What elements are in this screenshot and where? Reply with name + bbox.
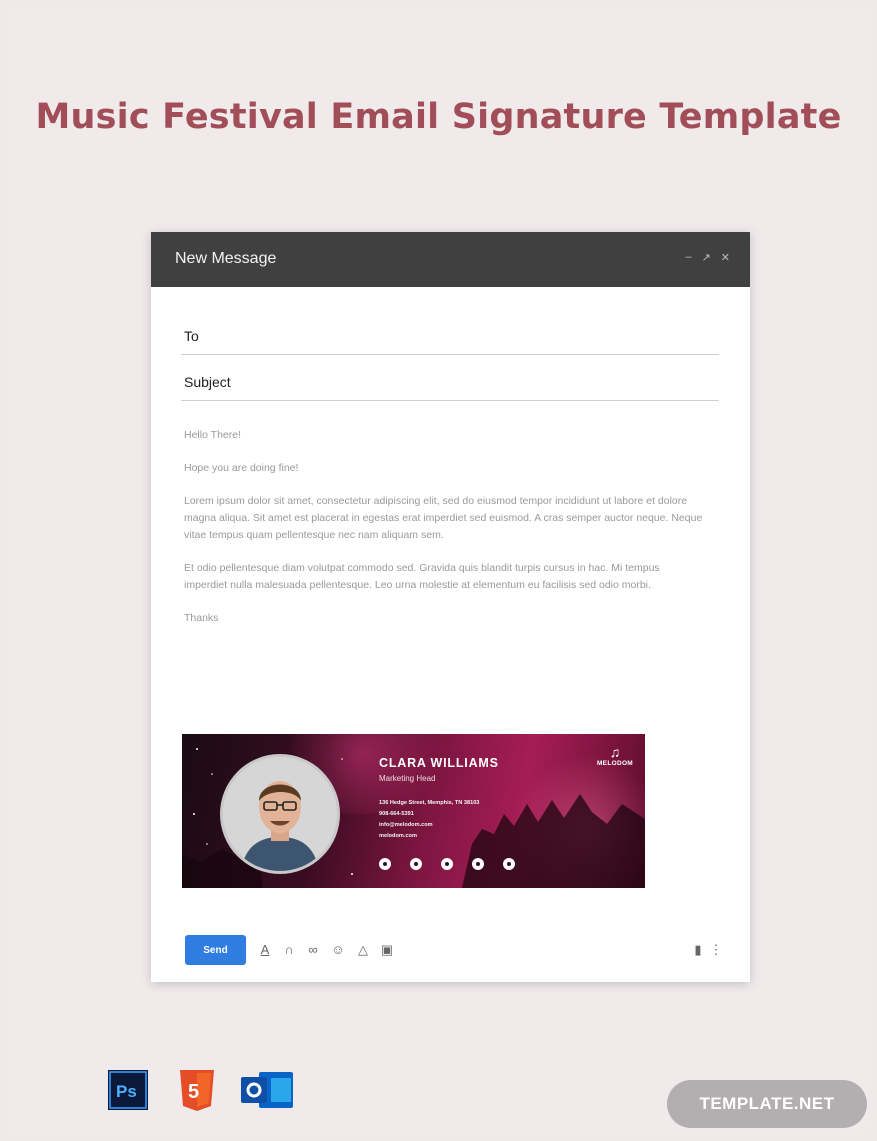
profile-photo	[223, 757, 337, 871]
compose-title: New Message	[175, 250, 277, 267]
photoshop-icon: Ps	[108, 1070, 148, 1110]
compose-window: New Message – ↗ ✕ To Subject Hello There…	[151, 232, 750, 982]
instagram-icon[interactable]	[472, 858, 484, 870]
svg-text:Ps: Ps	[116, 1082, 137, 1101]
formatting-icon[interactable]: A	[257, 941, 273, 959]
social-icons	[379, 858, 515, 870]
greeting-text: Hello There!	[184, 429, 242, 441]
signature-role: Marketing Head	[379, 774, 436, 783]
drive-icon[interactable]: △	[355, 941, 371, 959]
music-logo-icon: ♫	[609, 744, 621, 760]
signature-name: CLARA WILLIAMS	[379, 756, 499, 770]
paragraph-1: Lorem ipsum dolor sit amet, consectetur …	[184, 495, 703, 541]
compose-toolbar: Send A ∩ ∞ ☺ △ ▣ ▮ ⋮	[185, 935, 725, 965]
signature-address: 136 Hedge Street, Memphis, TN 38103	[379, 800, 480, 806]
photo-icon[interactable]: ▣	[379, 941, 395, 959]
twitter-icon[interactable]	[410, 858, 422, 870]
signature-email[interactable]: info@melodom.com	[379, 822, 433, 828]
paragraph-2: Et odio pellentesque diam volutpat commo…	[184, 562, 660, 591]
expand-icon[interactable]: ↗	[702, 251, 711, 264]
attach-icon[interactable]: ∩	[281, 941, 297, 959]
minimize-icon[interactable]: –	[685, 251, 691, 264]
signature-website[interactable]: melodom.com	[379, 833, 417, 839]
facebook-icon[interactable]	[379, 858, 391, 870]
page-title: Music Festival Email Signature Template	[35, 97, 842, 137]
compose-header: New Message – ↗ ✕	[151, 232, 750, 287]
email-signature-banner: CLARA WILLIAMS Marketing Head 136 Hedge …	[182, 734, 645, 888]
melodom-logo: ♫ MELODOM	[595, 744, 635, 767]
emoji-icon[interactable]: ☺	[330, 941, 346, 959]
signature-phone: 908-664-5391	[379, 811, 414, 817]
to-field[interactable]: To	[181, 308, 719, 355]
window-controls: – ↗ ✕	[685, 251, 730, 264]
more-options-icon[interactable]: ⋮	[708, 941, 724, 959]
avatar	[220, 754, 340, 874]
trash-icon[interactable]: ▮	[690, 941, 706, 959]
logo-text: MELODOM	[596, 760, 634, 767]
send-button[interactable]: Send	[185, 935, 246, 965]
to-label: To	[184, 328, 199, 344]
closing-text: Thanks	[184, 612, 219, 624]
youtube-icon[interactable]	[441, 858, 453, 870]
html5-icon: 5	[180, 1070, 214, 1111]
subject-field[interactable]: Subject	[181, 354, 719, 401]
outlook-icon	[241, 1072, 293, 1108]
template-net-badge: TEMPLATE.NET	[667, 1080, 867, 1128]
svg-text:5: 5	[188, 1081, 199, 1103]
intro-text: Hope you are doing fine!	[184, 462, 299, 474]
message-body[interactable]: Hello There! Hope you are doing fine! Lo…	[184, 427, 704, 643]
close-icon[interactable]: ✕	[721, 251, 730, 264]
pinterest-icon[interactable]	[503, 858, 515, 870]
link-icon[interactable]: ∞	[305, 941, 321, 959]
subject-label: Subject	[184, 374, 231, 390]
